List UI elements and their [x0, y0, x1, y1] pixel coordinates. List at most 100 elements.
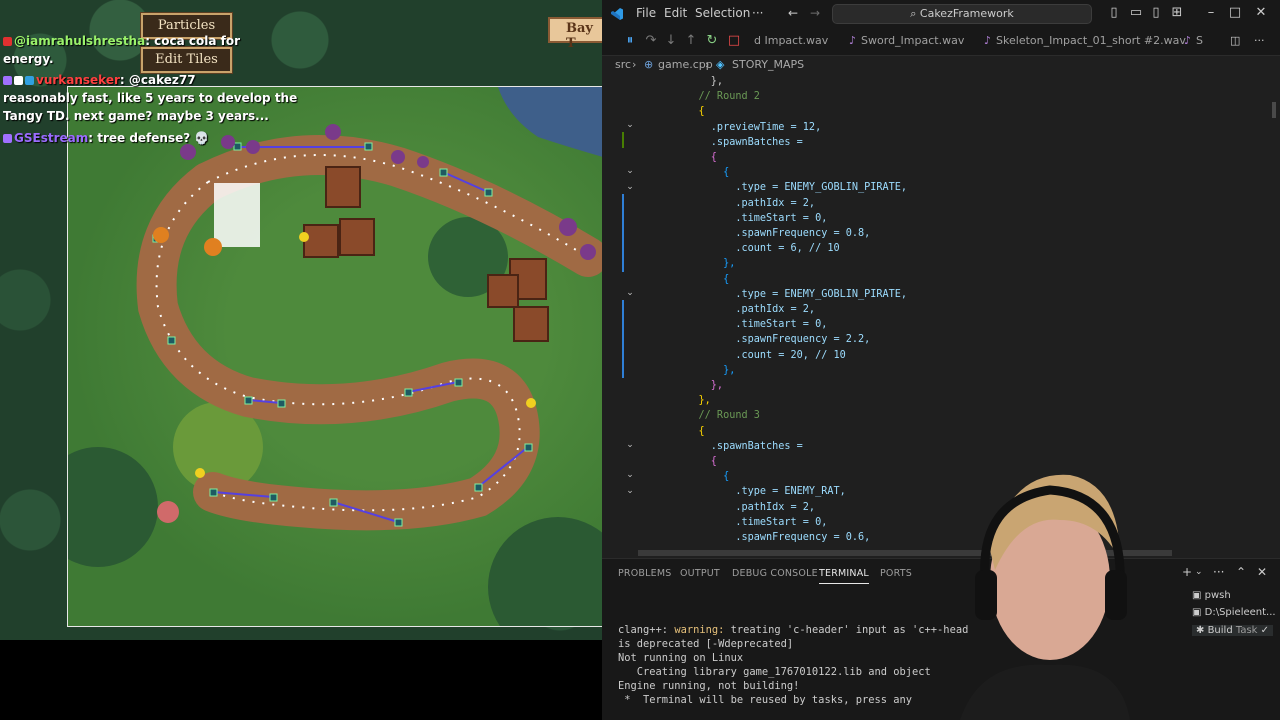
- terminal-text: Creating library game_1767010122.lib and…: [618, 666, 931, 678]
- chat-message: energy.: [3, 52, 54, 66]
- tab-problems[interactable]: PROBLEMS: [618, 568, 671, 579]
- fold-chevron-icon[interactable]: ⌄: [624, 182, 636, 192]
- code-line: .pathIdx = 2,: [674, 304, 816, 315]
- badge-icon: [14, 76, 23, 85]
- menu-selection[interactable]: Selection: [695, 6, 750, 20]
- tab-skeleton-impact[interactable]: ♪ Skeleton_Impact_01_short #2.wav: [984, 34, 1186, 47]
- chat-message: reasonably fast, like 5 years to develop…: [3, 91, 298, 105]
- code-line: {: [674, 106, 705, 118]
- terminal-item-pwsh[interactable]: ▣ pwsh: [1192, 590, 1231, 601]
- breadcrumb-symbol[interactable]: STORY_MAPS: [732, 58, 804, 71]
- code-line: },: [674, 364, 736, 376]
- vscode-window: File Edit Selection ··· ← → ⌕ CakezFrame…: [602, 0, 1280, 720]
- git-added-marker: [622, 132, 624, 148]
- menu-edit[interactable]: Edit: [664, 6, 687, 20]
- close-panel-icon[interactable]: ✕: [1257, 565, 1267, 579]
- terminal-item-folder[interactable]: ▣ D:\Spieleent...: [1192, 607, 1276, 618]
- terminal-line: is deprecated [-Wdeprecated]: [618, 637, 793, 651]
- tab-d-impact[interactable]: d Impact.wav: [754, 34, 828, 47]
- chat-username: @iamrahulshrestha: [14, 34, 146, 48]
- headphone-cup: [975, 570, 997, 620]
- command-center-search[interactable]: ⌕ CakezFramework: [832, 4, 1092, 24]
- bottom-panel: PROBLEMS OUTPUT DEBUG CONSOLE TERMINAL P…: [602, 558, 1280, 720]
- code-line: .count = 20, // 10: [674, 349, 846, 361]
- terminal-icon: ▣: [1192, 590, 1205, 601]
- pause-icon[interactable]: ⏸: [622, 33, 638, 48]
- minimize-icon[interactable]: –: [1202, 5, 1220, 20]
- toggle-panel-icon[interactable]: ▭: [1127, 5, 1145, 20]
- terminal-line: clang++: warning: treating 'c-header' in…: [618, 623, 968, 637]
- step-out-icon[interactable]: ↑: [683, 33, 699, 48]
- toggle-primary-sidebar-icon[interactable]: ▯: [1105, 5, 1123, 20]
- chat-message: Tangy TD. next game? maybe 3 years...: [3, 109, 269, 123]
- git-modified-marker: [622, 194, 624, 272]
- fold-chevron-icon[interactable]: ⌄: [624, 120, 636, 130]
- customize-layout-icon[interactable]: ⊞: [1168, 5, 1186, 20]
- code-line: .type = ENEMY_GOBLIN_PIRATE,: [674, 288, 908, 300]
- menu-file[interactable]: File: [636, 6, 656, 20]
- code-line: .previewTime = 12,: [674, 121, 822, 133]
- game-map[interactable]: [67, 86, 602, 627]
- code-line: {: [674, 167, 730, 179]
- terminal-line: Not running on Linux: [618, 651, 743, 665]
- code-editor[interactable]: }, // Round 2 { .previewTime = 12, .spaw…: [602, 74, 1280, 558]
- code-line: .spawnFrequency = 2.2,: [674, 334, 871, 346]
- terminal-warning: warning:: [674, 624, 725, 636]
- chat-username: GSEstream: [14, 131, 89, 145]
- close-icon[interactable]: ✕: [1252, 5, 1270, 20]
- chat-message: : coca cola for: [145, 34, 241, 48]
- forward-arrow-icon[interactable]: →: [810, 6, 820, 20]
- tower[interactable]: [204, 238, 222, 256]
- terminal-icon: ▣: [1192, 607, 1205, 618]
- terminal-prefix: clang++:: [618, 624, 675, 636]
- fold-chevron-icon[interactable]: ⌄: [624, 166, 636, 176]
- tab-ports[interactable]: PORTS: [880, 568, 912, 579]
- tree-cluster: [488, 517, 602, 626]
- terminal-item-build[interactable]: ✱ Build Task ✓: [1192, 625, 1274, 636]
- chat-line: @iamrahulshrestha: coca cola for: [3, 32, 240, 51]
- more-actions-icon[interactable]: ···: [1213, 565, 1224, 579]
- water-area: [498, 87, 602, 157]
- tower[interactable]: [153, 227, 169, 243]
- tab-terminal[interactable]: TERMINAL: [819, 568, 869, 584]
- badge-icon: [3, 76, 12, 85]
- game-window: Particles Edit Tiles Bay T @iamrahulshre…: [0, 0, 602, 720]
- step-into-icon[interactable]: ↓: [663, 33, 679, 48]
- breadcrumb-folder[interactable]: src: [615, 58, 631, 71]
- maximize-icon[interactable]: □: [1226, 5, 1244, 20]
- fold-chevron-icon[interactable]: ⌄: [624, 288, 636, 298]
- maximize-panel-icon[interactable]: ⌃: [1236, 565, 1246, 579]
- code-line: .timeStart = 0,: [674, 516, 828, 528]
- fold-chevron-icon[interactable]: ⌄: [624, 470, 636, 480]
- step-over-icon[interactable]: ↷: [643, 33, 659, 48]
- more-actions-icon[interactable]: ···: [1254, 34, 1265, 47]
- git-modified-marker: [622, 300, 624, 378]
- new-terminal-icon[interactable]: +: [1182, 565, 1192, 579]
- tab-output[interactable]: OUTPUT: [680, 568, 720, 579]
- tower[interactable]: [157, 501, 179, 523]
- tab-debug-console[interactable]: DEBUG CONSOLE: [732, 568, 818, 579]
- tab-sword-impact[interactable]: ♪ Sword_Impact.wav: [849, 34, 964, 47]
- restart-icon[interactable]: ↻: [704, 33, 720, 48]
- split-editor-icon[interactable]: ◫: [1230, 34, 1240, 47]
- variable-icon: ◈: [716, 58, 725, 71]
- code-line: .spawnBatches =: [674, 440, 803, 452]
- check-icon: ✓: [1260, 625, 1270, 636]
- search-icon: ⌕: [910, 7, 920, 20]
- fold-chevron-icon[interactable]: ⌄: [624, 440, 636, 450]
- toggle-secondary-sidebar-icon[interactable]: ▯: [1147, 5, 1165, 20]
- chat-username: vurkanseker: [36, 73, 120, 87]
- streamer-shirt: [960, 664, 1130, 720]
- stop-icon[interactable]: □: [726, 33, 742, 48]
- tab-overflow[interactable]: ♪ S: [1184, 34, 1203, 47]
- cpp-file-icon: ⊕: [644, 58, 654, 71]
- terminal-text: Engine running, not building!: [618, 680, 800, 692]
- tab-label: S: [1196, 34, 1204, 47]
- fold-chevron-icon[interactable]: ⌄: [624, 486, 636, 496]
- code-line: {: [674, 152, 717, 163]
- menu-more[interactable]: ···: [752, 6, 763, 20]
- back-arrow-icon[interactable]: ←: [788, 6, 798, 20]
- terminal-item-label: D:\Spieleent...: [1204, 607, 1276, 618]
- vertical-scrollbar[interactable]: [1272, 102, 1276, 118]
- chevron-down-icon[interactable]: ⌄: [1195, 567, 1203, 577]
